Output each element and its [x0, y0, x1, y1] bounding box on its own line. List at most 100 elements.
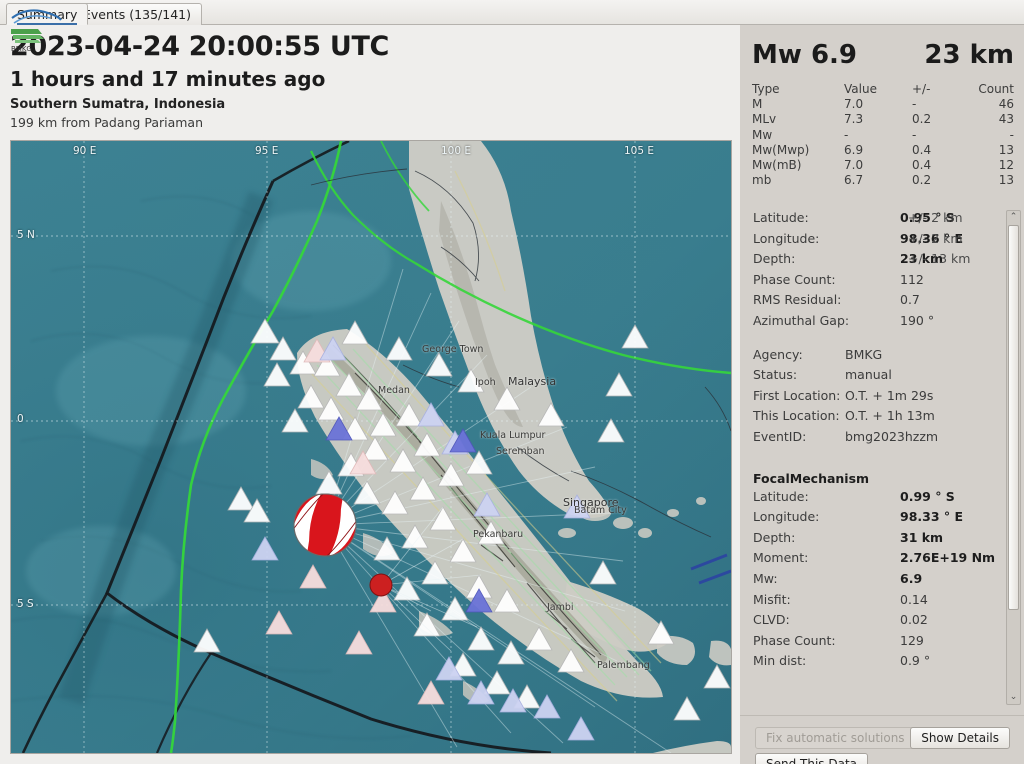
show-details-button[interactable]: Show Details: [910, 727, 1010, 749]
meta-row-4: EventID: bmg2023hzzm: [740, 429, 1006, 450]
magnitude-cell-type: M: [752, 97, 763, 112]
origin-row-4: RMS Residual: 0.7: [753, 292, 920, 308]
origin-row-3-label: Phase Count:: [753, 271, 836, 287]
send-this-data-button[interactable]: Send This Data: [755, 753, 869, 764]
focal-row-4-label: Mw:: [753, 570, 778, 586]
origin-row-5-label: Azimuthal Gap:: [753, 312, 850, 328]
magnitude-cell-err: 0.2: [912, 112, 932, 127]
magnitude-row[interactable]: Mw(mB) 7.0 0.4 12: [752, 158, 1014, 173]
focal-row-1-label: Longitude:: [753, 509, 820, 525]
magnitude-cell-value: 7.3: [844, 112, 864, 127]
focal-row-1: Longitude: 98.33 ° E: [753, 509, 964, 525]
focal-row-7: Phase Count: 129: [753, 632, 924, 648]
scrollbar-thumb[interactable]: [1008, 225, 1019, 610]
magnitude-row[interactable]: M 7.0 - 46: [752, 97, 1014, 112]
meta-row-1-value: manual: [845, 367, 892, 383]
tab-summary[interactable]: Summary: [6, 3, 89, 25]
origin-row-2-label: Depth:: [753, 251, 796, 267]
focal-row-4: Mw: 6.9: [753, 570, 923, 586]
origin-row-2-uncertainty: +/- 13 km: [908, 251, 971, 267]
col-type: Type: [752, 82, 780, 96]
magnitude-cell-type: Mw: [752, 127, 773, 142]
map-canvas[interactable]: [11, 141, 731, 753]
magnitude-cell-value: 6.9: [844, 142, 864, 157]
meta-row-2-value: O.T. + 1m 29s: [845, 387, 934, 403]
magnitude-row[interactable]: Mw(Mwp) 6.9 0.4 13: [752, 143, 1014, 158]
magnitude-cell-type: MLv: [752, 112, 777, 127]
magnitude-table: Type Value +/- Count M 7.0-46 MLv 7.3 0.2 43 M…: [752, 82, 1014, 188]
tab-events-label: Events (135/141): [83, 7, 191, 22]
detail-scrollbar[interactable]: ⌃ ⌄: [1006, 210, 1021, 705]
tab-bar: Summary Events (135/141): [0, 0, 1024, 25]
focal-row-3-label: Moment:: [753, 550, 809, 566]
magnitude-cell-count: -: [1009, 127, 1014, 142]
focal-row-8-label: Min dist:: [753, 653, 807, 669]
elapsed-time: 1 hours and 17 minutes ago: [10, 67, 326, 91]
magnitude-cell-type: Mw(Mwp): [752, 142, 810, 157]
row-spacer: [740, 450, 1006, 463]
origin-row-1-uncertainty: +/- 2 km: [908, 230, 963, 246]
fix-automatic-solutions-button[interactable]: Fix automatic solutions: [755, 727, 916, 749]
magnitude-cell-err: 0.2: [912, 173, 932, 188]
magnitude-cell-count: 12: [998, 158, 1014, 173]
panel-divider: [740, 715, 1024, 716]
region-name: Southern Sumatra, Indonesia: [10, 97, 226, 112]
col-value: Value: [844, 82, 877, 96]
magnitude-cell-value: 6.7: [844, 173, 864, 188]
origin-row-1: Longitude: 98.36 ° E +/- 2 km: [753, 230, 964, 246]
event-map[interactable]: 90 E 95 E 100 E 105 E5 N05 S George Town Ipo…: [10, 140, 732, 754]
seiscomp-event-summary-window: Summary Events (135/141) BMKG 2023-04-24…: [0, 0, 1024, 764]
meta-row-0: Agency: BMKG: [740, 347, 1006, 368]
origin-row-3: Phase Count: 112: [753, 271, 924, 287]
event-detail-panel: Mw 6.9 23 km Type Value +/- Count M 7.0-4…: [740, 25, 1024, 764]
scroll-up-arrow-icon[interactable]: ⌃: [1007, 211, 1020, 224]
preferred-magnitude: Mw 6.9: [752, 40, 858, 70]
focal-row-6: CLVD: 0.02: [753, 612, 928, 628]
meta-row-4-label: EventID:: [753, 428, 807, 444]
col-count: Count: [978, 82, 1014, 96]
focal-mechanism-title: FocalMechanism: [753, 470, 870, 486]
tab-summary-label: Summary: [17, 7, 78, 25]
tab-events[interactable]: Events (135/141): [72, 3, 202, 25]
magnitude-row[interactable]: MLv 7.3 0.2 43: [752, 112, 1014, 127]
magnitude-cell-value: -: [844, 127, 849, 142]
origin-row-0-uncertainty: +/- 2 km: [908, 210, 963, 225]
magnitude-cell-err: 0.4: [912, 158, 932, 173]
scroll-down-arrow-icon[interactable]: ⌄: [1007, 691, 1020, 704]
meta-row-3: This Location: O.T. + 1h 13m: [740, 408, 1006, 429]
focal-row-2-label: Depth:: [753, 529, 796, 545]
col-error: +/-: [912, 82, 931, 96]
magnitude-cell-value: 7.0: [844, 158, 864, 173]
meta-row-1-label: Status:: [753, 367, 798, 383]
magnitude-cell-err: -: [912, 97, 917, 112]
origin-row-2: Depth: 23 km +/- 13 km: [753, 251, 971, 267]
meta-row-1: Status: manual: [740, 367, 1006, 388]
origin-row-0-label: Latitude:: [753, 210, 809, 225]
meta-row-3-value: O.T. + 1h 13m: [845, 408, 935, 424]
magnitude-cell-count: 43: [998, 112, 1014, 127]
origin-time: 2023-04-24 20:00:55 UTC: [10, 31, 390, 62]
focal-row-0-label: Latitude:: [753, 488, 809, 504]
origin-row-5: Azimuthal Gap: 190 °: [753, 312, 935, 328]
meta-row-4-value: bmg2023hzzm: [845, 428, 939, 444]
focal-row-8: Min dist: 0.9 °: [753, 653, 931, 669]
meta-row-0-value: BMKG: [845, 346, 883, 362]
magnitude-cell-count: 46: [998, 97, 1014, 112]
magnitude-row[interactable]: Mw - - -: [752, 128, 1014, 143]
focal-row-7-label: Phase Count:: [753, 632, 836, 648]
event-header: 2023-04-24 20:00:55 UTC 1 hours and 17 m…: [0, 25, 740, 138]
detail-scroll-area[interactable]: Latitude: 0.95 ° S +/- 2 km Longitude: 98.36…: [740, 210, 1024, 705]
magnitude-table-header: Type Value +/- Count: [752, 82, 1014, 97]
focal-row-5: Misfit: 0.14: [753, 591, 928, 607]
focal-row-2: Depth: 31 km: [753, 529, 944, 545]
meta-row-2: First Location: O.T. + 1m 29s: [740, 388, 1006, 409]
magnitude-cell-err: 0.4: [912, 142, 932, 157]
meta-row-3-label: This Location:: [753, 408, 840, 424]
focal-row-0: Latitude: 0.99 ° S: [753, 488, 955, 504]
row-spacer: [740, 334, 1006, 347]
focal-row-5-label: Misfit:: [753, 591, 791, 607]
nearest-city-distance: 199 km from Padang Pariaman: [10, 115, 204, 130]
magnitude-row[interactable]: mb 6.7 0.2 13: [752, 173, 1014, 188]
magnitude-cell-type: Mw(mB): [752, 158, 802, 173]
meta-row-2-label: First Location:: [753, 387, 841, 403]
